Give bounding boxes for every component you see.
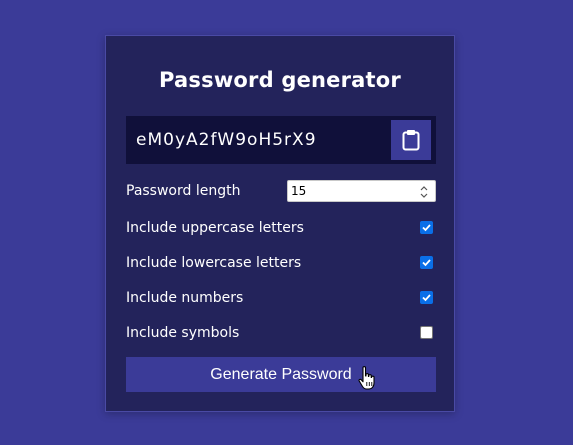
lowercase-checkbox[interactable] [420, 256, 433, 269]
checkmark-icon [422, 259, 431, 267]
symbols-checkbox[interactable] [420, 326, 433, 339]
setting-uppercase: Include uppercase letters [126, 216, 436, 240]
length-spinner[interactable] [417, 183, 431, 201]
copy-to-clipboard-button[interactable] [391, 120, 431, 160]
generate-password-button[interactable]: Generate Password [126, 357, 436, 392]
page-title: Password generator [159, 68, 401, 92]
length-label: Password length [126, 183, 241, 199]
checkmark-icon [422, 294, 431, 302]
symbols-label: Include symbols [126, 325, 240, 341]
generated-password: eM0yA2fW9oH5rX9 [136, 130, 317, 150]
password-length-value: 15 [291, 184, 307, 198]
password-length-input[interactable]: 15 [287, 180, 436, 202]
spinner-arrows-icon [420, 186, 428, 198]
password-result-box: eM0yA2fW9oH5rX9 [126, 116, 436, 164]
lowercase-label: Include lowercase letters [126, 255, 302, 271]
numbers-label: Include numbers [126, 290, 244, 306]
checkmark-icon [422, 224, 431, 232]
hand-pointer-icon [358, 366, 375, 390]
setting-symbols: Include symbols [126, 321, 436, 345]
setting-length: Password length 15 [126, 179, 436, 203]
uppercase-checkbox[interactable] [420, 221, 433, 234]
password-generator-card: Password generator eM0yA2fW9oH5rX9 Passw… [105, 35, 455, 412]
uppercase-label: Include uppercase letters [126, 220, 304, 236]
setting-lowercase: Include lowercase letters [126, 251, 436, 275]
numbers-checkbox[interactable] [420, 291, 433, 304]
setting-numbers: Include numbers [126, 286, 436, 310]
clipboard-icon [402, 130, 420, 151]
